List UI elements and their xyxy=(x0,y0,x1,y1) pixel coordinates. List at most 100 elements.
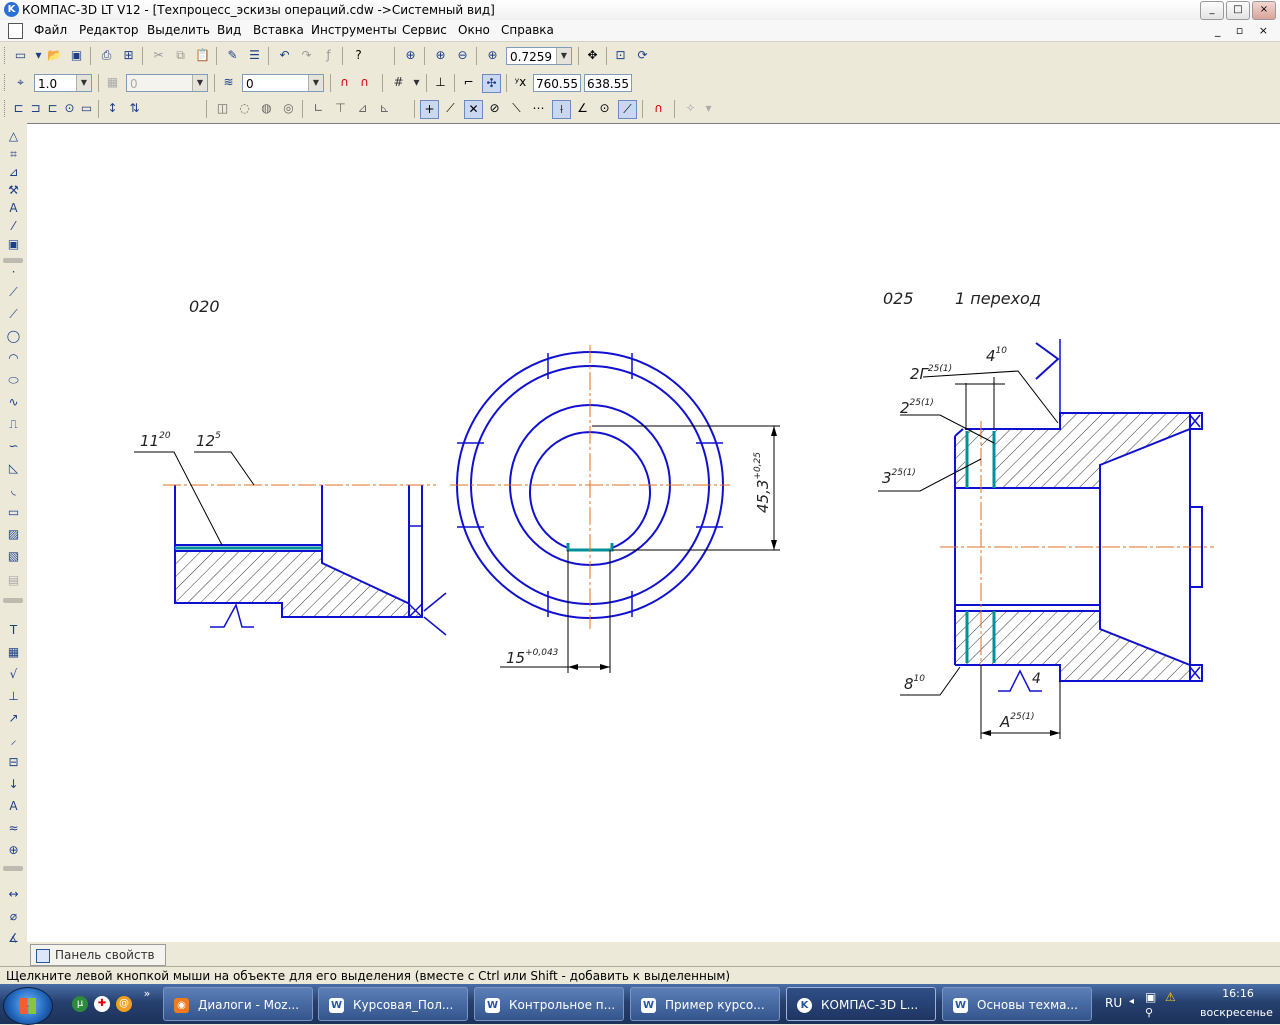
snap-magnet-icon[interactable]: ∩ xyxy=(650,100,667,117)
geom-tool-3-icon[interactable]: ◍ xyxy=(258,100,275,117)
quicklaunch-plus-icon[interactable]: ✚ xyxy=(94,996,110,1012)
circle-tool-icon[interactable]: ◯ xyxy=(5,328,22,345)
minimize-button[interactable]: _ xyxy=(1200,1,1224,20)
redo-icon[interactable]: ↷ xyxy=(298,47,315,64)
menu-insert[interactable]: Вставка xyxy=(253,23,304,37)
rectangle-tool-icon[interactable]: ▭ xyxy=(5,504,22,521)
coord-y-field[interactable]: 638.55 xyxy=(584,74,632,92)
snap-normal-icon[interactable]: ⟍ xyxy=(508,100,525,117)
view-tool-4-icon[interactable]: ⊙ xyxy=(61,100,78,117)
snap-tangent-icon[interactable]: ⊘ xyxy=(486,100,503,117)
zoom-out-icon[interactable]: ⊖ xyxy=(454,47,471,64)
parametrization-panel-icon[interactable]: A xyxy=(5,200,22,217)
zoom-window-icon[interactable]: ⊕ xyxy=(402,47,419,64)
position-tool-icon[interactable]: ⸝ xyxy=(5,732,22,749)
geom-tool-5-icon[interactable]: ∟ xyxy=(310,100,327,117)
bezier-tool-icon[interactable]: ∽ xyxy=(5,438,22,455)
snap-on-curve-icon[interactable]: ⟋ xyxy=(618,100,637,119)
view-tool-5-icon[interactable]: ▭ xyxy=(78,100,95,117)
task-word-control[interactable]: W Контрольное п... xyxy=(474,987,624,1021)
task-word-example[interactable]: W Пример курсо... xyxy=(630,987,780,1021)
show-all-icon[interactable]: ⊡ xyxy=(612,47,629,64)
cut-icon[interactable]: ✂ xyxy=(150,47,167,64)
hatch-tool-icon[interactable]: ▨ xyxy=(5,526,22,543)
coordinates-icon[interactable]: ʸx xyxy=(512,74,529,91)
leader-tool-icon[interactable]: ↗ xyxy=(5,710,22,727)
section-tool-icon[interactable]: A xyxy=(5,798,22,815)
designations-panel-icon[interactable]: ⊿ xyxy=(5,164,22,181)
open-folder-icon[interactable]: 📂 xyxy=(46,47,63,64)
select-panel-icon[interactable]: ▣ xyxy=(5,236,22,253)
snap-intersection-icon[interactable]: ✕ xyxy=(464,100,483,119)
text-tool-icon[interactable]: T xyxy=(5,622,22,639)
new-document-icon[interactable]: ▭ xyxy=(12,47,29,64)
grid-icon[interactable]: # xyxy=(390,74,407,91)
view-tool-1-icon[interactable]: ⊏ xyxy=(10,100,27,117)
maximize-button[interactable]: □ xyxy=(1226,1,1250,20)
grid-dropdown-icon[interactable]: ▾ xyxy=(408,74,425,91)
task-kompas[interactable]: K КОМПАС-3D L... xyxy=(786,987,936,1021)
save-icon[interactable]: ▣ xyxy=(68,47,85,64)
snap-angle-icon[interactable]: ∠ xyxy=(574,100,591,117)
zoom-combo[interactable]: 0.7259 ▼ xyxy=(506,47,572,65)
step-icon[interactable]: ⌖ xyxy=(12,74,29,91)
language-indicator[interactable]: RU xyxy=(1105,996,1122,1010)
view-tool-3-icon[interactable]: ⊏ xyxy=(44,100,61,117)
device-icon[interactable]: ⚲ xyxy=(1145,1006,1153,1019)
property-panel-tab[interactable]: Панель свойств xyxy=(30,944,166,966)
linear-dim-icon[interactable]: ↔ xyxy=(5,886,22,903)
auxiliary-line-icon[interactable]: ⟋ xyxy=(5,284,22,301)
copy-icon[interactable]: ⧉ xyxy=(172,47,189,64)
help-pointer-icon[interactable]: ? xyxy=(350,47,367,64)
tray-expand-icon[interactable]: ◂ xyxy=(1129,996,1134,1007)
task-word-basics[interactable]: W Основы техма... xyxy=(942,987,1092,1021)
menu-select[interactable]: Выделить xyxy=(147,23,210,37)
menu-service[interactable]: Сервис xyxy=(402,23,447,37)
geom-tool-2-icon[interactable]: ◌ xyxy=(236,100,253,117)
ortho-icon[interactable]: ⌐ xyxy=(460,74,477,91)
snap-middle-icon[interactable]: ⟊ xyxy=(552,100,571,119)
step-combo[interactable]: 1.0 ▼ xyxy=(34,74,92,92)
function-icon[interactable]: ƒ xyxy=(320,47,337,64)
menu-help[interactable]: Справка xyxy=(501,23,554,37)
geom-tool-7-icon[interactable]: ⊿ xyxy=(354,100,371,117)
geometry-panel-icon[interactable]: △ xyxy=(5,128,22,145)
fill-tool-icon[interactable]: ▧ xyxy=(5,548,22,565)
snap-more-dropdown-icon[interactable]: ▾ xyxy=(700,100,717,117)
menu-window[interactable]: Окно xyxy=(458,23,490,37)
security-icon[interactable]: ⚠ xyxy=(1165,990,1176,1004)
snap-active-icon[interactable]: ✣ xyxy=(482,74,501,93)
task-word-coursework[interactable]: W Курсовая_Пол... xyxy=(318,987,468,1021)
snap-center-icon[interactable]: ⊙ xyxy=(596,100,613,117)
undo-icon[interactable]: ↶ xyxy=(276,47,293,64)
snap-more-icon[interactable]: ✧ xyxy=(682,100,699,117)
clock-time[interactable]: 16:16 xyxy=(1207,987,1269,1000)
refresh-icon[interactable]: ⟳ xyxy=(634,47,651,64)
coord-x-field[interactable]: 760.55 xyxy=(533,74,581,92)
new-dropdown-icon[interactable]: ▾ xyxy=(30,47,47,64)
arc-tool-icon[interactable]: ◠ xyxy=(5,350,22,367)
view-state-icon[interactable]: ▦ xyxy=(104,74,121,91)
menu-tools[interactable]: Инструменты xyxy=(311,23,397,37)
snap-grid-icon[interactable]: ⋯ xyxy=(530,100,547,117)
paste-icon[interactable]: 📋 xyxy=(194,47,211,64)
spline-tool-icon[interactable]: ∿ xyxy=(5,394,22,411)
menu-editor[interactable]: Редактор xyxy=(79,23,138,37)
menu-file[interactable]: Файл xyxy=(34,23,67,37)
segment-tool-icon[interactable]: ⟋ xyxy=(5,306,22,323)
view-combo[interactable]: 0 ▼ xyxy=(126,74,208,92)
view-tool-2-icon[interactable]: ⊐ xyxy=(27,100,44,117)
tolerance-tool-icon[interactable]: ⊟ xyxy=(5,754,22,771)
view-tool-6-icon[interactable]: ↕ xyxy=(104,100,121,117)
roughness-tool-icon[interactable]: √ xyxy=(5,666,22,683)
quicklaunch-utorrent-icon[interactable]: µ xyxy=(72,996,88,1012)
magnet-off-icon[interactable]: ∩ xyxy=(356,74,373,91)
layer-combo[interactable]: 0 ▼ xyxy=(242,74,324,92)
drawing-canvas[interactable]: 020 025 1 переход 1120 125 45,3+0,25 15+… xyxy=(27,123,1280,942)
base-tool-icon[interactable]: ⊥ xyxy=(5,688,22,705)
network-icon[interactable]: ▣ xyxy=(1145,990,1156,1004)
document-icon[interactable] xyxy=(8,23,23,39)
format-brush-icon[interactable]: ✎ xyxy=(224,47,241,64)
print-preview-icon[interactable]: ⎙ xyxy=(98,47,115,64)
layer-icon[interactable]: ≋ xyxy=(220,74,237,91)
